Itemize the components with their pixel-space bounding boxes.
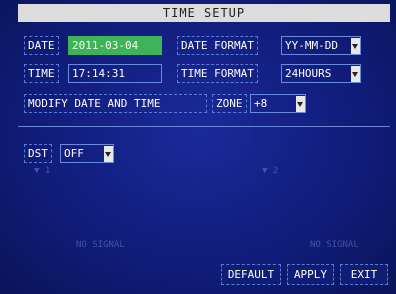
modify-date-time-button[interactable]: MODIFY DATE AND TIME [24,94,207,113]
zone-value: +8 [254,97,268,110]
channel-1-marker: ▼ 1 [34,166,50,176]
date-format-label: DATE FORMAT [177,36,258,55]
chevron-down-icon[interactable] [351,38,360,54]
divider [18,126,390,127]
no-signal-2: NO SIGNAL [310,240,359,250]
zone-dropdown[interactable]: +8 [250,94,306,113]
time-setup-screen: TIME SETUP DATE 2011-03-04 DATE FORMAT Y… [0,0,396,294]
exit-button[interactable]: EXIT [340,264,388,285]
date-format-value: YY-MM-DD [285,39,338,52]
dst-value: OFF [64,147,84,160]
date-format-dropdown[interactable]: YY-MM-DD [281,36,361,55]
channel-2-marker: ▼ 2 [262,166,278,176]
date-label: DATE [24,36,59,55]
pin-icon: ▼ [34,166,40,176]
dst-label: DST [24,144,52,163]
apply-button[interactable]: APPLY [287,264,334,285]
channel-1-number: 1 [44,166,51,176]
no-signal-1: NO SIGNAL [76,240,125,250]
channel-2-number: 2 [272,166,279,176]
time-format-dropdown[interactable]: 24HOURS [281,64,361,83]
chevron-down-icon[interactable] [104,146,113,162]
time-format-value: 24HOURS [285,67,332,80]
page-title: TIME SETUP [18,4,390,22]
date-field[interactable]: 2011-03-04 [68,36,162,55]
time-field[interactable]: 17:14:31 [68,64,162,83]
dst-dropdown[interactable]: OFF [60,144,114,163]
time-label: TIME [24,64,59,83]
time-format-label: TIME FORMAT [177,64,258,83]
zone-label: ZONE [212,94,247,113]
chevron-down-icon[interactable] [296,96,305,112]
default-button[interactable]: DEFAULT [221,264,281,285]
pin-icon: ▼ [262,166,268,176]
chevron-down-icon[interactable] [351,66,360,82]
